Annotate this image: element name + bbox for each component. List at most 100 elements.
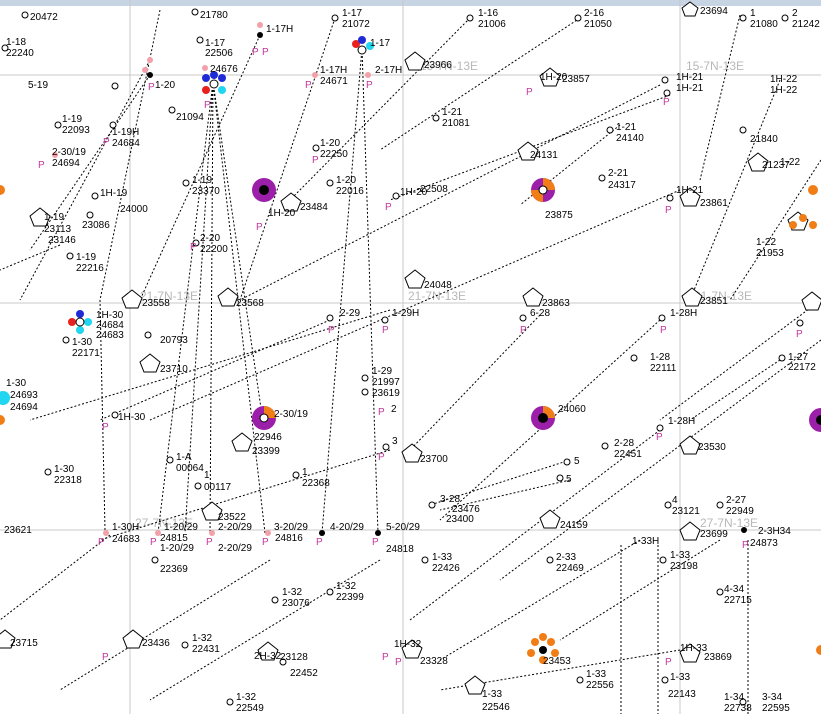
- well-symbol: [218, 74, 226, 82]
- well-label: 1-33H: [632, 536, 659, 547]
- well-label: 1-32: [192, 633, 212, 644]
- well-symbol: [576, 676, 584, 684]
- well-label: 1-17H: [320, 65, 347, 76]
- well-label: 23400: [446, 514, 474, 525]
- well-label: 6-28: [530, 308, 550, 319]
- permit-marker: P: [366, 80, 373, 91]
- well-label: 1-21: [442, 107, 462, 118]
- well-symbol: [365, 72, 371, 78]
- well-label: 5: [574, 456, 580, 467]
- well-symbol: [166, 456, 174, 464]
- well-label: 21840: [750, 134, 778, 145]
- permit-marker: P: [305, 80, 312, 91]
- well-symbol: [659, 556, 667, 564]
- well-label: 22318: [54, 475, 82, 486]
- well-label: 1-33: [670, 672, 690, 683]
- well-label: 2-21: [608, 168, 628, 179]
- well-symbol: [547, 638, 555, 646]
- well-label: 23875: [545, 210, 573, 221]
- well-label: 1-17: [342, 8, 362, 19]
- well-symbol: [202, 86, 210, 94]
- well-symbol: [428, 501, 436, 509]
- well-label: 23700: [420, 454, 448, 465]
- well-label: 23453: [543, 656, 571, 667]
- permit-marker: P: [316, 537, 323, 548]
- well-label: 24000: [120, 204, 148, 215]
- well-symbol: [606, 126, 614, 134]
- well-label: 24140: [616, 133, 644, 144]
- well-label: 24060: [558, 404, 586, 415]
- well-label: 23851: [700, 296, 728, 307]
- permit-marker: P: [102, 652, 109, 663]
- well-label: 24683: [96, 330, 124, 341]
- well-label: 22016: [336, 186, 364, 197]
- well-label: 4-34: [724, 584, 744, 595]
- well-symbol: [151, 556, 159, 564]
- well-label: 24684: [112, 138, 140, 149]
- permit-marker: P: [252, 47, 259, 58]
- well-label: 22452: [290, 668, 318, 679]
- well-label: 5-19: [28, 80, 48, 91]
- well-symbol: [147, 57, 153, 63]
- well-label: 1-18: [6, 37, 26, 48]
- well-symbol: [111, 82, 119, 90]
- well-label: 1H-30: [118, 412, 146, 423]
- well-label: 20793: [160, 335, 188, 346]
- well-label: 00117: [204, 482, 232, 493]
- well-label: 22431: [192, 644, 220, 655]
- well-label: 24683: [112, 534, 140, 545]
- well-symbol: [91, 192, 99, 200]
- well-symbol: [432, 114, 440, 122]
- permit-marker: P: [204, 100, 211, 111]
- well-symbol: [527, 649, 535, 657]
- well-label: 1-17H: [266, 24, 293, 35]
- well-symbol: [209, 79, 219, 89]
- permit-marker: P: [665, 657, 672, 668]
- well-label: 23568: [236, 298, 264, 309]
- well-label: 23146: [48, 235, 76, 246]
- well-symbol: [556, 474, 564, 482]
- permit-marker: P: [660, 325, 667, 336]
- well-label: 00064: [176, 463, 204, 474]
- well-label: 2-30/19: [52, 147, 86, 158]
- permit-marker: P: [665, 205, 672, 216]
- well-map[interactable]: 15-7N-13E 15-7N-13E 21-7N-13E 21-7N-13E …: [0, 0, 821, 714]
- well-label: 23370: [192, 186, 220, 197]
- well-label: 23484: [300, 202, 328, 213]
- well-label: 22595: [762, 703, 790, 714]
- well-symbol: [21, 11, 29, 19]
- well-symbol: [44, 468, 52, 476]
- well-label: 24694: [10, 402, 38, 413]
- well-symbol: [194, 482, 202, 490]
- well-label: 23086: [82, 220, 110, 231]
- well-label: 24816: [275, 533, 303, 544]
- well-label: 1H-32: [394, 639, 422, 650]
- well-label: 1-A: [176, 452, 192, 463]
- well-symbol: [86, 211, 94, 219]
- well-label: 23710: [160, 364, 188, 375]
- well-label: 24671: [320, 76, 348, 87]
- well-label: 22399: [336, 592, 364, 603]
- well-symbol: [789, 221, 797, 229]
- well-symbol: [381, 316, 389, 324]
- well-label: 23694: [700, 6, 728, 17]
- well-label: 21006: [478, 19, 506, 30]
- permit-marker: P: [262, 537, 269, 548]
- well-label: 22216: [76, 263, 104, 274]
- well-label: 1H-21: [676, 72, 704, 83]
- well-label: 1H-22: [770, 74, 798, 85]
- well-symbol: [357, 45, 367, 55]
- permit-marker: P: [190, 242, 197, 253]
- well-label: 1-17: [370, 38, 390, 49]
- well-symbol: [661, 76, 669, 84]
- well-symbol: [538, 185, 548, 195]
- well-label: 1-20: [320, 138, 340, 149]
- well-label: 3-34: [762, 692, 782, 703]
- well-symbol: [598, 174, 606, 182]
- well-label: 1-30H: [112, 522, 139, 533]
- well-label: 21997: [372, 377, 400, 388]
- permit-marker: P: [656, 432, 663, 443]
- well-symbol: [808, 185, 818, 195]
- well-symbol: [75, 317, 85, 327]
- permit-marker: P: [796, 329, 803, 340]
